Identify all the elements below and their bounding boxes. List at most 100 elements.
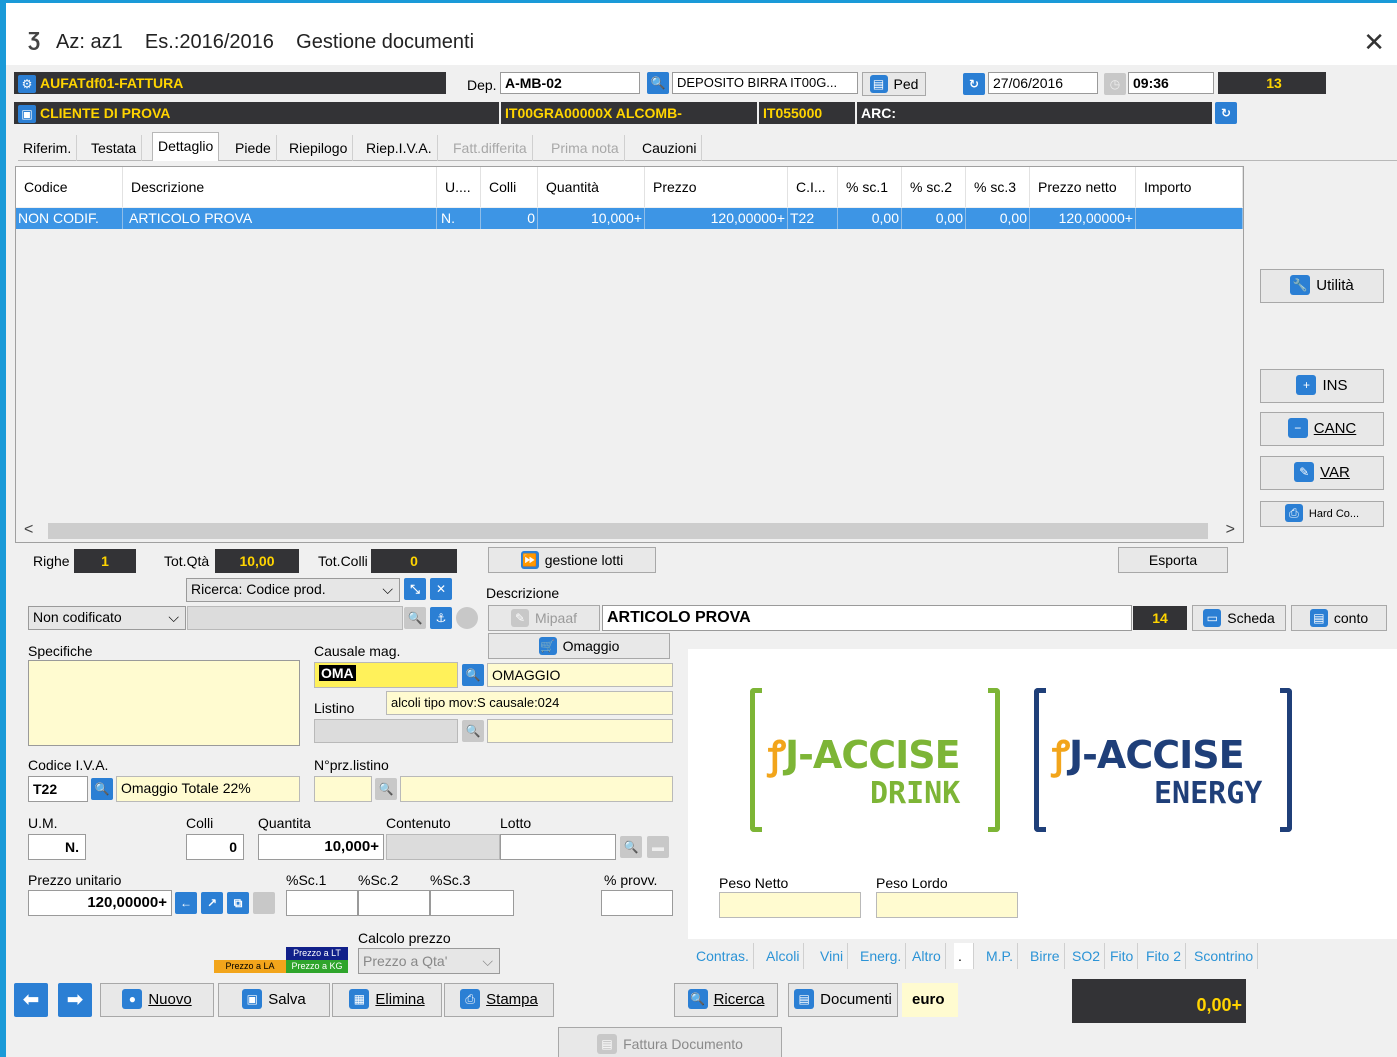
hard-copy-button[interactable]: ⎙ Hard Co...	[1260, 501, 1384, 527]
sc1-input[interactable]	[286, 890, 358, 916]
causale-search-icon[interactable]: 🔍	[462, 664, 484, 686]
stampa-button[interactable]: ⎙ Stampa	[444, 983, 554, 1017]
close-icon[interactable]: ✕	[1363, 27, 1385, 58]
tab-riferim[interactable]: Riferim.	[18, 135, 78, 161]
sc2-input[interactable]	[358, 890, 430, 916]
col-colli[interactable]: Colli	[481, 167, 538, 207]
col-quantita[interactable]: Quantità	[538, 167, 645, 207]
descrizione-input[interactable]: ARTICOLO PROVA	[602, 605, 1132, 631]
subtab-fito2[interactable]: Fito 2	[1142, 943, 1187, 969]
dep-search-icon[interactable]: 🔍	[647, 72, 669, 94]
var-label: VAR	[1320, 464, 1350, 481]
col-sc2[interactable]: % sc.2	[902, 167, 966, 207]
grid-hscrollbar[interactable]: < >	[16, 520, 1243, 542]
conto-button[interactable]: ▤ conto	[1291, 605, 1387, 631]
colli-input[interactable]: 0	[186, 834, 244, 860]
peso-netto-input[interactable]	[719, 892, 861, 918]
ricerca-select[interactable]: Ricerca: Codice prod. ⌵	[186, 578, 400, 602]
subtab-so2[interactable]: SO2	[1068, 943, 1106, 969]
tab-dettaglio[interactable]: Dettaglio	[152, 132, 220, 161]
nprz-input[interactable]	[314, 776, 372, 802]
tab-riep-iva[interactable]: Riep.I.V.A.	[361, 135, 438, 161]
um-input[interactable]: N.	[28, 834, 86, 860]
col-um[interactable]: U....	[437, 167, 481, 207]
causale-input[interactable]: OMA	[314, 662, 458, 688]
tab-riepilogo[interactable]: Riepilogo	[284, 135, 354, 161]
iva-search-icon[interactable]: 🔍	[91, 778, 113, 800]
scheda-button[interactable]: ▭ Scheda	[1192, 605, 1286, 631]
col-sc3[interactable]: % sc.3	[966, 167, 1030, 207]
scroll-right-icon[interactable]: >	[1226, 521, 1235, 539]
time-field[interactable]: 09:36	[1128, 72, 1214, 94]
prezzo-input[interactable]: 120,00000+	[28, 890, 172, 916]
subtab-contras[interactable]: Contras.	[692, 943, 754, 969]
prezzo-la-badge[interactable]: Prezzo a LA	[214, 960, 286, 973]
elimina-button[interactable]: ▦ Elimina	[332, 983, 442, 1017]
listino-input[interactable]	[314, 719, 458, 743]
detail-grid[interactable]: Codice Descrizione U.... Colli Quantità …	[15, 166, 1244, 543]
col-descrizione[interactable]: Descrizione	[123, 167, 437, 207]
contenuto-input[interactable]	[386, 834, 500, 860]
table-row[interactable]: NON CODIF. ARTICOLO PROVA N. 0 10,000+ 1…	[16, 208, 1243, 229]
lotti-label: gestione lotti	[544, 552, 624, 568]
date-field[interactable]: 27/06/2016	[988, 72, 1098, 94]
iva-code-input[interactable]: T22	[28, 776, 88, 802]
nuovo-button[interactable]: ● Nuovo	[100, 983, 214, 1017]
subtab-dot[interactable]: .	[954, 943, 974, 969]
doc-type-field[interactable]: ⚙ AUFATdf01-FATTURA	[14, 72, 446, 94]
col-codice[interactable]: Codice	[16, 167, 123, 207]
trend-icon[interactable]: ↗	[201, 892, 223, 914]
tab-piede[interactable]: Piede	[230, 135, 277, 161]
subtab-birre[interactable]: Birre	[1026, 943, 1065, 969]
col-prezzo[interactable]: Prezzo	[645, 167, 788, 207]
date-refresh-icon[interactable]: ↻	[963, 73, 985, 95]
prezzo-lt-badge[interactable]: Prezzo a LT	[286, 947, 348, 960]
clear-search-icon[interactable]: ✕	[430, 578, 452, 600]
arrow-left-icon[interactable]: ←	[175, 892, 197, 914]
documenti-button[interactable]: ▤ Documenti	[788, 983, 898, 1017]
anchor-icon[interactable]: ⚓	[430, 607, 452, 629]
lotto-input[interactable]	[500, 834, 616, 860]
dep-code-input[interactable]: A-MB-02	[500, 72, 640, 94]
canc-button[interactable]: − CANC	[1260, 412, 1384, 446]
col-prezzo-netto[interactable]: Prezzo netto	[1030, 167, 1136, 207]
subtab-altro[interactable]: Altro	[908, 943, 946, 969]
tab-testata[interactable]: Testata	[86, 135, 143, 161]
client-refresh-icon[interactable]: ↻	[1215, 102, 1237, 124]
specifiche-textarea[interactable]	[28, 660, 300, 746]
col-ci[interactable]: C.I...	[788, 167, 838, 207]
provv-input[interactable]	[601, 890, 673, 916]
subtab-fito[interactable]: Fito	[1106, 943, 1139, 969]
subtab-scontrino[interactable]: Scontrino	[1190, 943, 1259, 969]
ped-button[interactable]: ▤ Ped	[862, 72, 926, 96]
col-sc1[interactable]: % sc.1	[838, 167, 902, 207]
gestione-lotti-button[interactable]: ⏩ gestione lotti	[488, 547, 656, 573]
ricerca-button[interactable]: 🔍 Ricerca	[674, 983, 778, 1017]
omaggio-button[interactable]: 🛒 Omaggio	[488, 633, 670, 659]
ins-button[interactable]: + INS	[1260, 369, 1384, 403]
quantita-input[interactable]: 10,000+	[258, 834, 384, 860]
tab-cauzioni[interactable]: Cauzioni	[637, 135, 703, 161]
subtab-alcoli[interactable]: Alcoli	[762, 943, 805, 969]
peso-lordo-input[interactable]	[876, 892, 1018, 918]
prezzo-kg-badge[interactable]: Prezzo a KG	[286, 960, 348, 973]
search-config-icon[interactable]: ⤡	[404, 578, 426, 600]
dep-desc-field: DEPOSITO BIRRA IT00G...	[672, 72, 858, 94]
non-codificato-select[interactable]: Non codificato ⌵	[28, 606, 186, 630]
client-field[interactable]: ▣ CLIENTE DI PROVA	[14, 102, 499, 124]
subtab-vini[interactable]: Vini	[816, 943, 849, 969]
col-importo[interactable]: Importo	[1136, 167, 1243, 207]
scroll-left-icon[interactable]: <	[24, 521, 33, 539]
scroll-thumb[interactable]	[48, 523, 1208, 539]
copy-icon[interactable]: ⧉	[227, 892, 249, 914]
utilita-button[interactable]: 🔧 Utilità	[1260, 269, 1384, 303]
sc3-input[interactable]	[430, 890, 514, 916]
prev-arrow-icon[interactable]: ⬅	[14, 983, 48, 1017]
esporta-button[interactable]: Esporta	[1118, 547, 1228, 573]
var-button[interactable]: ✎ VAR	[1260, 456, 1384, 490]
salva-button[interactable]: ▣ Salva	[218, 983, 330, 1017]
codice-prod-input[interactable]	[187, 606, 403, 630]
next-arrow-icon[interactable]: ➡	[58, 983, 92, 1017]
subtab-mp[interactable]: M.P.	[982, 943, 1018, 969]
subtab-energ[interactable]: Energ.	[856, 943, 907, 969]
